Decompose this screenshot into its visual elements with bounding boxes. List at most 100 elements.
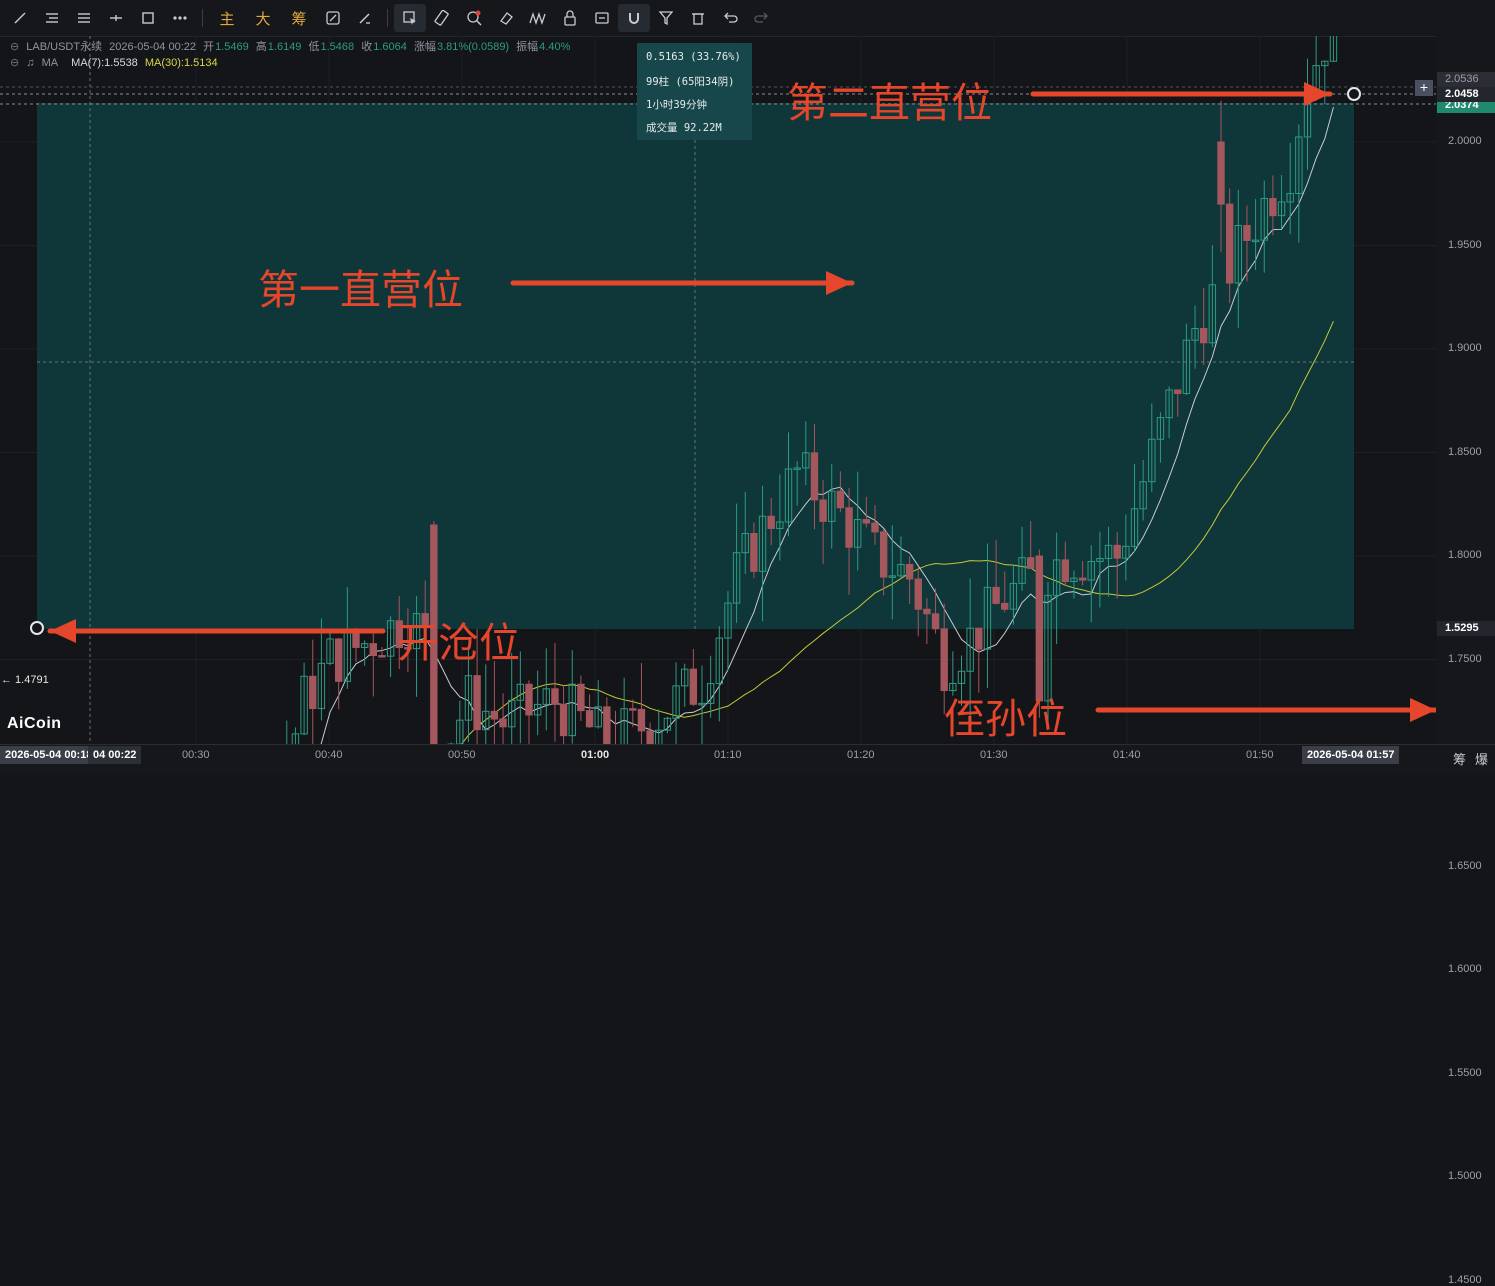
redo-icon[interactable]: [746, 4, 778, 32]
candle-body: [473, 675, 481, 731]
change-label: 涨幅: [413, 41, 436, 53]
annotation-stop: 侄孙位: [944, 695, 1067, 743]
candle-body: [335, 638, 343, 682]
liquidation-toggle[interactable]: 爆: [1475, 749, 1488, 768]
candle-body: [1061, 559, 1069, 583]
close-label: 收: [361, 41, 373, 53]
rectangle-icon[interactable]: [132, 4, 164, 32]
tooltip-duration: 1小时39分钟: [646, 99, 707, 111]
candle-body: [378, 655, 386, 658]
amplitude-value: 4.40%: [539, 41, 571, 53]
select-area-icon[interactable]: [394, 4, 426, 32]
candle-body: [369, 643, 378, 657]
ohlc-info: ⊖ LAB/USDT永续 2026-05-04 00:22 开1.5469 高1…: [10, 38, 574, 54]
candle-body: [975, 627, 983, 650]
candle-body: [559, 703, 568, 737]
candlestick-chart[interactable]: [0, 36, 1495, 744]
big-order-button[interactable]: 大: [245, 4, 281, 32]
price-tag-base: 1.5295: [1437, 621, 1495, 636]
chip-button[interactable]: 筹: [281, 4, 317, 32]
filter-icon[interactable]: [650, 4, 682, 32]
trash-icon[interactable]: [682, 4, 714, 32]
candle-body: [905, 563, 914, 580]
ruler-icon[interactable]: [426, 4, 458, 32]
price-tick-label: 1.9000: [1448, 342, 1482, 354]
hide-icon[interactable]: [586, 4, 618, 32]
ma-settings-icon[interactable]: ⊖: [10, 57, 19, 69]
horizontal-lines-icon[interactable]: [36, 4, 68, 32]
price-tick-label: 1.6500: [1448, 859, 1482, 872]
lock-icon[interactable]: [554, 4, 586, 32]
candle-body: [585, 710, 594, 728]
candle-body: [923, 608, 931, 615]
pattern-icon[interactable]: [522, 4, 554, 32]
toolbar-divider: [387, 9, 388, 27]
candle-body: [551, 688, 559, 705]
open-label: 开: [203, 41, 215, 53]
toolbar-divider: [202, 9, 203, 27]
magnet-icon[interactable]: [618, 4, 650, 32]
candle-body: [1113, 544, 1121, 559]
candle-body: [1225, 203, 1234, 284]
time-box-start: 2026-05-04 00:18: [0, 746, 98, 764]
candle-body: [525, 683, 533, 716]
main-indicator-button[interactable]: 主: [209, 4, 245, 32]
ma30-value: MA(30):1.5134: [144, 57, 218, 69]
candle-body: [637, 708, 646, 732]
ma7-value: MA(7):1.5538: [71, 57, 138, 69]
price-tick-label: 1.8500: [1448, 445, 1482, 458]
candle-body: [1269, 197, 1277, 217]
chip-toggle[interactable]: 筹: [1453, 749, 1466, 768]
candle-body: [931, 613, 940, 630]
eraser-icon[interactable]: [490, 4, 522, 32]
candle-body: [1217, 141, 1225, 205]
candle-time: 2026-05-04 00:22: [109, 41, 196, 53]
logo: AiCoin: [7, 715, 62, 732]
brush-icon[interactable]: [349, 4, 381, 32]
candle-body: [646, 730, 654, 744]
ma-label: MA: [41, 57, 59, 69]
candle-body: [1200, 327, 1208, 344]
candle-body: [767, 515, 775, 530]
candle-body: [1001, 602, 1009, 610]
measure-tooltip: 0.5163 (33.76%) 99柱 (65阳34阴) 1小时39分钟 成交量…: [637, 43, 752, 140]
candle-body: [1035, 555, 1044, 702]
settings-icon[interactable]: ⊖: [10, 41, 19, 53]
time-tick-label: 00:50: [448, 749, 476, 761]
alert-bell-icon[interactable]: ♫: [26, 57, 34, 69]
zoom-in-icon[interactable]: [458, 4, 490, 32]
high-label: 高: [255, 41, 267, 53]
more-icon[interactable]: [164, 4, 196, 32]
trend-line-icon[interactable]: [4, 4, 36, 32]
candle-body: [629, 708, 637, 711]
arrow-stop-head: [1410, 698, 1436, 722]
candle-body: [603, 706, 611, 744]
close-value: 1.6064: [373, 41, 407, 53]
arrow-second-head: [1304, 82, 1330, 106]
candle-body: [689, 668, 698, 705]
add-alert-button[interactable]: +: [1415, 80, 1433, 96]
measure-icon[interactable]: [317, 4, 349, 32]
time-tick-label: 01:40: [1113, 749, 1141, 761]
price-tick-label: 1.5500: [1448, 1066, 1482, 1079]
annotation-first-target: 第一直营位: [258, 266, 463, 314]
price-tick-label: 1.4500: [1448, 1273, 1482, 1286]
symbol-label: LAB/USDT永续: [26, 41, 103, 53]
annotation-second-target: 第二直营位: [787, 79, 992, 127]
price-tick-label: 1.7500: [1448, 652, 1482, 665]
low-price-marker: ← 1.4791: [1, 674, 49, 686]
open-value: 1.5469: [215, 41, 249, 53]
horizontal-ray-icon[interactable]: [100, 4, 132, 32]
candle-body: [914, 578, 922, 610]
candle-body: [862, 519, 871, 524]
undo-icon[interactable]: [714, 4, 746, 32]
parallel-lines-icon[interactable]: [68, 4, 100, 32]
price-tick-label: 2.0000: [1448, 135, 1482, 147]
annotation-open: 开沧位: [397, 619, 520, 667]
time-tick-label: 01:20: [847, 749, 875, 761]
candle-body: [871, 522, 879, 533]
time-tick-label: 01:50: [1246, 749, 1274, 761]
time-box-start-2: 04 00:22: [88, 746, 142, 764]
high-value: 1.6149: [267, 41, 302, 53]
tooltip-bars: 99柱 (65阳34阴): [646, 76, 735, 88]
